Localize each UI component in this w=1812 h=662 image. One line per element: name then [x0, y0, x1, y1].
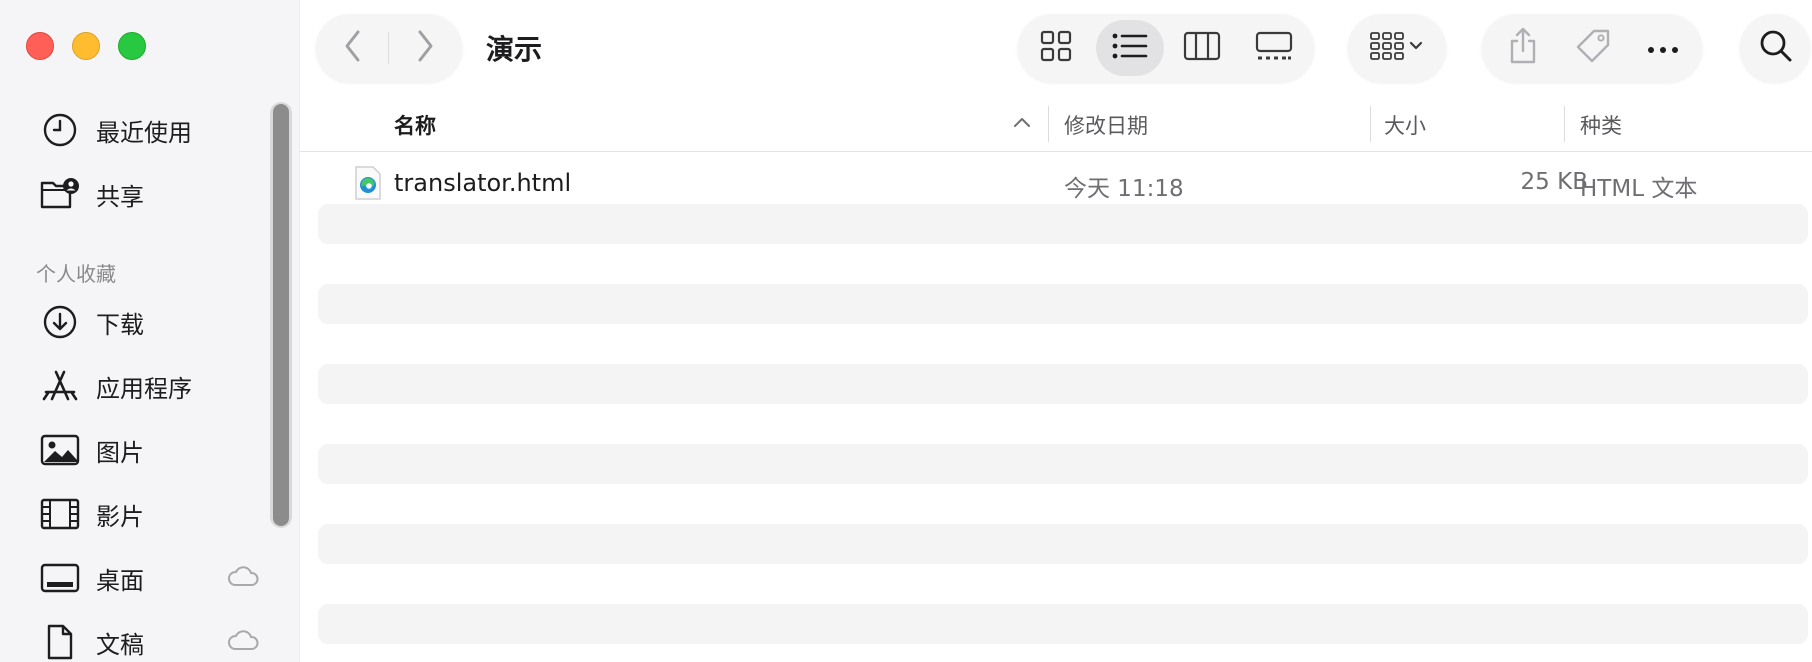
sidebar-item-shared[interactable]: 共享	[40, 172, 260, 216]
sidebar-item-applications[interactable]: 应用程序	[40, 364, 260, 408]
sidebar-item-desktop[interactable]: 桌面	[40, 556, 260, 600]
sidebar: 最近使用 共享 个人收藏 下载 应用程序 图片 影片 桌面 文稿	[0, 0, 300, 662]
search-button[interactable]	[1740, 14, 1810, 82]
folder-title: 演示	[486, 33, 543, 66]
column-header-kind[interactable]: 种类	[1580, 110, 1622, 140]
sidebar-item-documents[interactable]: 文稿	[40, 620, 260, 662]
film-icon	[40, 494, 80, 534]
column-divider[interactable]	[1048, 106, 1049, 142]
share-icon	[1508, 27, 1538, 69]
columns-icon	[1183, 31, 1221, 65]
sidebar-item-label: 影片	[96, 502, 144, 531]
group-by-button[interactable]	[1348, 14, 1446, 82]
sidebar-item-label: 应用程序	[96, 374, 192, 403]
window-controls	[26, 32, 146, 60]
more-actions-button[interactable]	[1628, 14, 1698, 82]
download-icon	[40, 302, 80, 342]
clock-icon	[40, 110, 80, 150]
document-icon	[40, 622, 80, 662]
zoom-window-button[interactable]	[118, 32, 146, 60]
empty-row	[318, 284, 1808, 324]
close-window-button[interactable]	[26, 32, 54, 60]
sidebar-item-label: 桌面	[96, 566, 144, 595]
file-modified-date: 今天 11:18	[1064, 176, 1184, 202]
photo-icon	[40, 430, 80, 470]
sidebar-item-recents[interactable]: 最近使用	[40, 108, 260, 152]
empty-row	[318, 604, 1808, 644]
file-row[interactable]: translator.html 今天 11:18 25 KB HTML 文本	[318, 164, 1808, 204]
icon-view-button[interactable]	[1022, 20, 1090, 76]
sidebar-scrollbar-thumb[interactable]	[273, 104, 289, 526]
column-divider[interactable]	[1564, 106, 1565, 142]
sidebar-item-movies[interactable]: 影片	[40, 492, 260, 536]
navigation-group	[316, 14, 462, 82]
file-size: 25 KB	[1520, 169, 1588, 195]
view-mode-group	[1018, 14, 1314, 82]
finder-window: 最近使用 共享 个人收藏 下载 应用程序 图片 影片 桌面 文稿 演示 名称 修…	[0, 0, 1812, 662]
gallery-icon	[1255, 31, 1293, 65]
applications-icon	[40, 366, 80, 406]
sidebar-item-label: 图片	[96, 438, 144, 467]
minimize-window-button[interactable]	[72, 32, 100, 60]
icloud-icon	[226, 628, 260, 656]
share-button[interactable]	[1488, 14, 1558, 82]
column-header-row: 名称 修改日期 大小 种类	[300, 96, 1812, 152]
column-header-name[interactable]: 名称	[394, 110, 436, 140]
grid-icon	[1040, 30, 1072, 66]
chevron-left-icon	[343, 29, 363, 67]
sidebar-item-label: 共享	[96, 182, 144, 211]
list-view-button[interactable]	[1096, 20, 1164, 76]
sort-ascending-icon[interactable]	[1012, 110, 1032, 138]
divider	[388, 32, 389, 64]
sidebar-item-pictures[interactable]: 图片	[40, 428, 260, 472]
sidebar-item-label: 文稿	[96, 630, 144, 659]
html-file-icon	[354, 166, 382, 204]
list-icon	[1112, 32, 1148, 64]
group-icon	[1369, 31, 1425, 65]
empty-row	[318, 444, 1808, 484]
sidebar-section-favorites: 个人收藏	[36, 262, 116, 286]
icloud-icon	[226, 564, 260, 592]
gallery-view-button[interactable]	[1240, 20, 1308, 76]
chevron-right-icon	[415, 29, 435, 67]
search-icon	[1759, 29, 1793, 67]
shared-folder-icon	[40, 174, 80, 214]
column-header-size[interactable]: 大小	[1384, 110, 1426, 140]
sidebar-item-downloads[interactable]: 下载	[40, 300, 260, 344]
empty-row	[318, 364, 1808, 404]
tag-icon	[1574, 27, 1612, 69]
ellipsis-icon	[1647, 39, 1679, 58]
sidebar-item-label: 下载	[96, 310, 144, 339]
file-kind: HTML 文本	[1580, 176, 1698, 202]
column-header-date[interactable]: 修改日期	[1064, 110, 1148, 140]
empty-row	[318, 204, 1808, 244]
desktop-icon	[40, 558, 80, 598]
empty-row	[318, 524, 1808, 564]
back-button[interactable]	[318, 14, 388, 82]
column-divider[interactable]	[1370, 106, 1371, 142]
actions-group	[1482, 14, 1702, 82]
tags-button[interactable]	[1558, 14, 1628, 82]
column-view-button[interactable]	[1168, 20, 1236, 76]
sidebar-item-label: 最近使用	[96, 118, 192, 147]
toolbar: 演示	[300, 0, 1812, 96]
file-name: translator.html	[394, 169, 572, 197]
forward-button[interactable]	[390, 14, 460, 82]
